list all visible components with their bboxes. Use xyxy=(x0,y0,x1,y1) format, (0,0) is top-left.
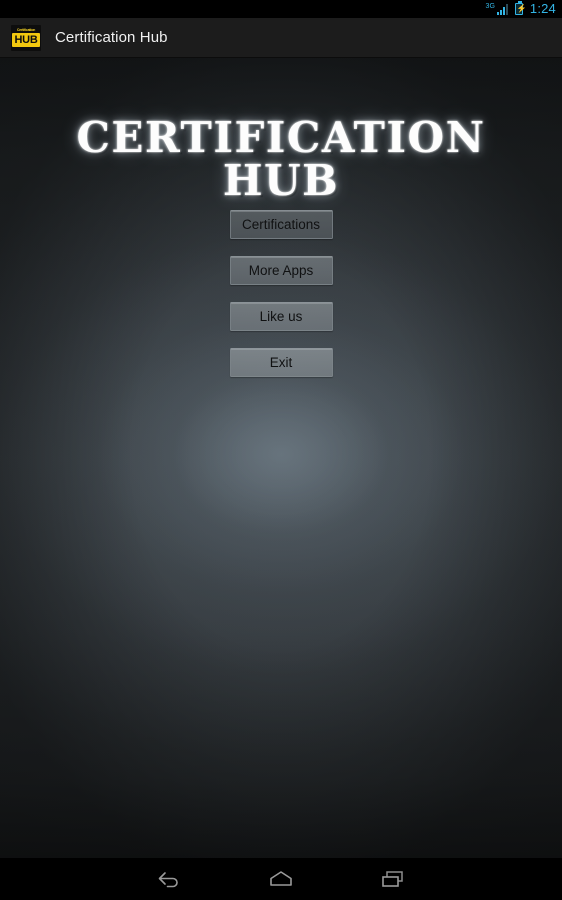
network-type-label: 3G xyxy=(485,2,495,10)
app-icon-hub-text: HUB xyxy=(11,33,41,47)
status-bar: 3G ⚡ 1:24 xyxy=(0,0,562,18)
action-bar-title: Certification Hub xyxy=(55,29,168,46)
battery-charging-icon: ⚡ xyxy=(514,1,527,15)
home-icon xyxy=(268,869,294,889)
nav-back-button[interactable] xyxy=(113,858,225,900)
main-content: CERTIFICATION HUB Certifications More Ap… xyxy=(0,58,562,858)
nav-recents-button[interactable] xyxy=(337,858,449,900)
page-title-line-1: CERTIFICATION xyxy=(76,113,486,162)
status-clock: 1:24 xyxy=(529,1,556,16)
exit-button[interactable]: Exit xyxy=(229,348,333,377)
android-screen: 3G ⚡ 1:24 Certification HUB Certificatio… xyxy=(0,0,562,900)
like-us-button[interactable]: Like us xyxy=(229,302,333,331)
recents-icon xyxy=(380,869,406,889)
app-icon[interactable]: Certification HUB xyxy=(11,24,41,51)
signal-bars-icon xyxy=(496,3,508,15)
back-icon xyxy=(156,869,182,889)
menu-button-column: Certifications More Apps Like us Exit xyxy=(0,210,562,377)
nav-home-button[interactable] xyxy=(225,858,337,900)
page-title-line-2: HUB xyxy=(222,156,340,205)
more-apps-button[interactable]: More Apps xyxy=(229,256,333,285)
page-title: CERTIFICATION HUB xyxy=(0,116,562,202)
certifications-button[interactable]: Certifications xyxy=(229,210,333,239)
navigation-bar xyxy=(0,858,562,900)
action-bar: Certification HUB Certification Hub xyxy=(0,18,562,58)
app-icon-top-text: Certification xyxy=(15,28,37,32)
